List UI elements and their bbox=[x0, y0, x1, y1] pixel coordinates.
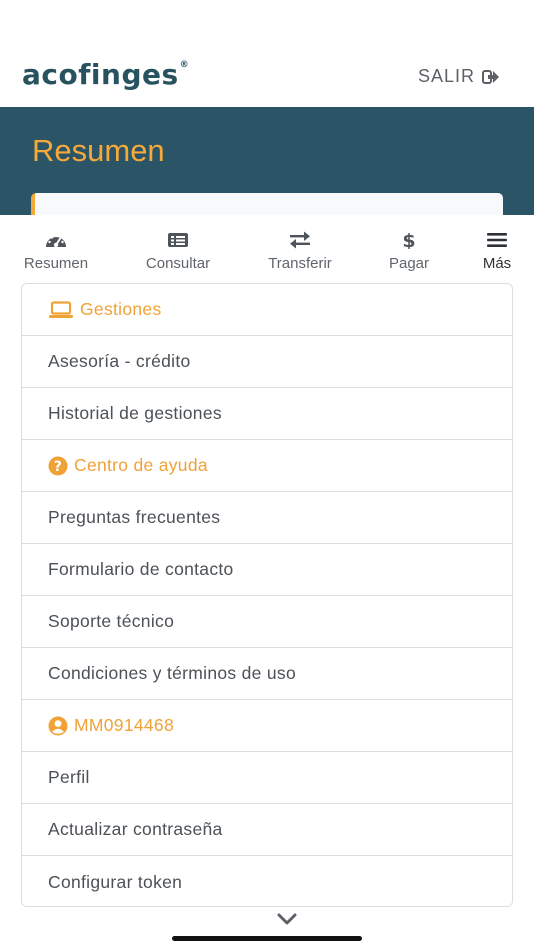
tab-label: Más bbox=[482, 255, 512, 272]
summary-card-peek bbox=[31, 193, 503, 215]
menu-item-perfil[interactable]: Perfil bbox=[22, 752, 512, 804]
section-gestiones: Gestiones bbox=[22, 284, 512, 336]
tab-pagar[interactable]: $ Pagar bbox=[359, 231, 459, 272]
svg-text:$: $ bbox=[402, 231, 415, 249]
logout-label: SALIR bbox=[417, 66, 475, 86]
app-header: acofinges® SALIR bbox=[0, 0, 534, 107]
home-indicator bbox=[172, 936, 362, 941]
menu-item-soporte-tecnico[interactable]: Soporte técnico bbox=[22, 596, 512, 648]
tab-label: Transferir bbox=[268, 255, 332, 272]
menu-item-historial-gestiones[interactable]: Historial de gestiones bbox=[22, 388, 512, 440]
tab-mas[interactable]: Más bbox=[447, 231, 534, 272]
logout-button[interactable]: SALIR bbox=[418, 66, 500, 87]
menu-item-configurar-token[interactable]: Configurar token bbox=[22, 856, 512, 906]
menu-item-asesoria-credito[interactable]: Asesoría - crédito bbox=[22, 336, 512, 388]
section-user-account: MM0914468 bbox=[22, 700, 512, 752]
tab-label: Pagar bbox=[388, 255, 430, 272]
chevron-down-icon[interactable] bbox=[276, 913, 298, 925]
exchange-icon bbox=[290, 231, 310, 249]
svg-text:?: ? bbox=[54, 459, 62, 475]
more-menu-list: Gestiones Asesoría - crédito Historial d… bbox=[21, 283, 513, 907]
tab-resumen[interactable]: Resumen bbox=[6, 231, 106, 272]
gauge-icon bbox=[46, 234, 66, 248]
tab-consultar[interactable]: Consultar bbox=[128, 231, 228, 272]
laptop-icon bbox=[48, 300, 74, 319]
tab-label: Consultar bbox=[145, 255, 211, 272]
menu-icon bbox=[487, 233, 507, 247]
question-circle-icon: ? bbox=[48, 456, 68, 476]
user-circle-icon bbox=[48, 716, 68, 736]
brand-logo: acofinges® bbox=[22, 58, 190, 91]
tab-label: Resumen bbox=[23, 255, 89, 272]
page-title: Resumen bbox=[32, 133, 165, 168]
summary-banner: Resumen bbox=[0, 107, 534, 215]
menu-item-preguntas-frecuentes[interactable]: Preguntas frecuentes bbox=[22, 492, 512, 544]
sign-out-icon bbox=[482, 69, 499, 84]
menu-item-actualizar-contrasena[interactable]: Actualizar contraseña bbox=[22, 804, 512, 856]
menu-item-condiciones-terminos[interactable]: Condiciones y términos de uso bbox=[22, 648, 512, 700]
tab-transferir[interactable]: Transferir bbox=[250, 231, 350, 272]
section-centro-ayuda: ? Centro de ayuda bbox=[22, 440, 512, 492]
bottom-tab-bar: Resumen Consultar Transferir $ Pagar Más bbox=[0, 215, 534, 283]
list-icon bbox=[168, 233, 188, 247]
menu-item-formulario-contacto[interactable]: Formulario de contacto bbox=[22, 544, 512, 596]
dollar-icon: $ bbox=[402, 231, 415, 249]
